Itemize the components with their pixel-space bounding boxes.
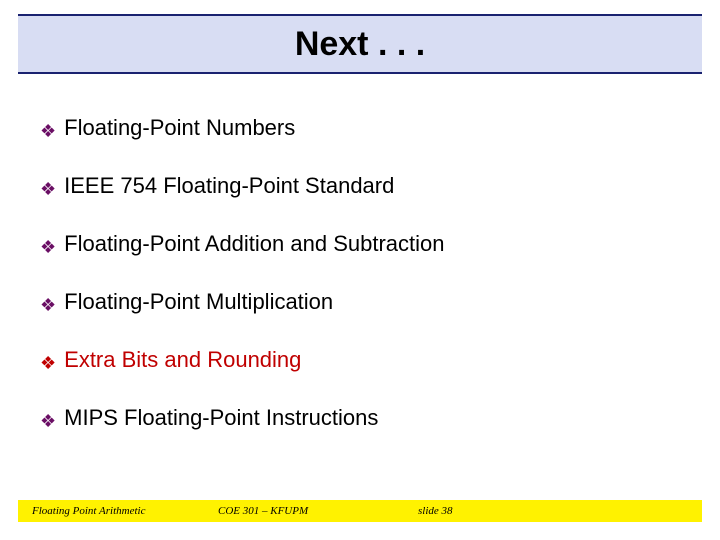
list-item: ❖ MIPS Floating-Point Instructions bbox=[40, 405, 680, 431]
bullet-text: Extra Bits and Rounding bbox=[64, 347, 301, 373]
bullet-text: IEEE 754 Floating-Point Standard bbox=[64, 173, 394, 199]
diamond-bullet-icon: ❖ bbox=[40, 296, 56, 314]
bullet-text: Floating-Point Multiplication bbox=[64, 289, 333, 315]
list-item: ❖ Floating-Point Multiplication bbox=[40, 289, 680, 315]
diamond-bullet-icon: ❖ bbox=[40, 412, 56, 430]
bullet-list: ❖ Floating-Point Numbers ❖ IEEE 754 Floa… bbox=[40, 115, 680, 463]
bullet-text: MIPS Floating-Point Instructions bbox=[64, 405, 378, 431]
list-item: ❖ IEEE 754 Floating-Point Standard bbox=[40, 173, 680, 199]
diamond-bullet-icon: ❖ bbox=[40, 180, 56, 198]
bullet-text: Floating-Point Numbers bbox=[64, 115, 295, 141]
footer-slide-number: slide 38 bbox=[418, 505, 453, 517]
diamond-bullet-icon: ❖ bbox=[40, 122, 56, 140]
title-bar: Next . . . bbox=[18, 14, 702, 74]
bullet-text: Floating-Point Addition and Subtraction bbox=[64, 231, 444, 257]
footer-bar: Floating Point Arithmetic COE 301 – KFUP… bbox=[18, 500, 702, 522]
list-item: ❖ Floating-Point Numbers bbox=[40, 115, 680, 141]
diamond-bullet-icon: ❖ bbox=[40, 238, 56, 256]
footer-topic: Floating Point Arithmetic bbox=[32, 505, 145, 517]
diamond-bullet-icon: ❖ bbox=[40, 354, 56, 372]
footer-course: COE 301 – KFUPM bbox=[218, 505, 308, 517]
slide: Next . . . ❖ Floating-Point Numbers ❖ IE… bbox=[0, 0, 720, 540]
list-item: ❖ Floating-Point Addition and Subtractio… bbox=[40, 231, 680, 257]
list-item-current: ❖ Extra Bits and Rounding bbox=[40, 347, 680, 373]
slide-title: Next . . . bbox=[295, 25, 425, 64]
